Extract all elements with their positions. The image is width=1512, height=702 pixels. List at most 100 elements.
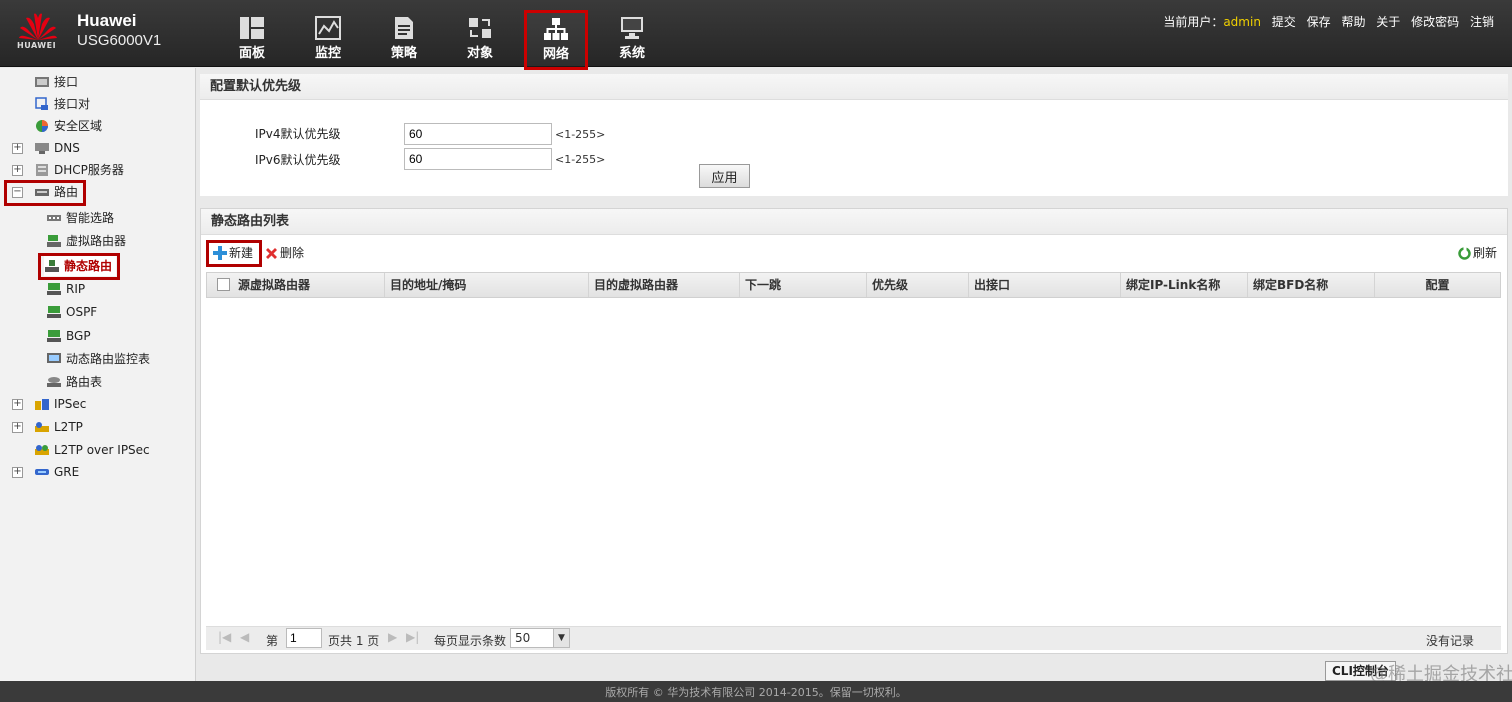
per-page-select[interactable]: 50 ▼: [510, 628, 570, 648]
logo-wordmark: HUAWEI: [17, 41, 57, 50]
interface-pair-icon: [35, 97, 48, 110]
sidebar-item-interface[interactable]: 接口: [34, 72, 78, 92]
column-header[interactable]: 下一跳: [739, 273, 866, 297]
sidebar-item-route-table[interactable]: 路由表: [46, 372, 102, 392]
nav-tab-label: 网络: [542, 47, 569, 62]
sidebar-item-label: 虚拟路由器: [66, 234, 127, 248]
sidebar-item-dns[interactable]: DNS: [34, 138, 80, 158]
expand-dns-button[interactable]: +: [12, 143, 23, 154]
expand-dhcp-button[interactable]: +: [12, 165, 23, 176]
security-zone-icon: [36, 120, 48, 132]
top-header: HUAWEI Huawei USG6000V1 面板 监控 策略 对象 网络 系…: [0, 0, 1512, 70]
column-header[interactable]: 配置: [1374, 273, 1500, 297]
sidebar-item-static-route[interactable]: 静态路由: [44, 256, 116, 276]
plus-icon: [213, 246, 227, 260]
column-header[interactable]: 出接口: [968, 273, 1120, 297]
submit-link[interactable]: 提交: [1272, 15, 1296, 29]
column-header[interactable]: 源虚拟路由器: [233, 273, 389, 297]
change-password-link[interactable]: 修改密码: [1411, 15, 1459, 29]
sidebar-item-label: RIP: [66, 282, 86, 296]
expand-ipsec-button[interactable]: +: [12, 399, 23, 410]
column-header[interactable]: 绑定BFD名称: [1247, 273, 1374, 297]
new-route-button[interactable]: 新建: [213, 243, 253, 263]
delete-route-label: 删除: [280, 246, 305, 260]
expand-gre-button[interactable]: +: [12, 467, 23, 478]
sidebar-item-ipsec[interactable]: IPSec: [34, 394, 86, 414]
sidebar-item-rip[interactable]: RIP: [46, 279, 85, 299]
monitor-chart-icon: [315, 16, 341, 40]
static-route-icon: [45, 260, 59, 272]
sidebar-item-route-monitor[interactable]: 动态路由监控表: [46, 349, 150, 369]
panel-title: 静态路由列表: [201, 209, 1507, 235]
nav-tab-object[interactable]: 对象: [448, 10, 512, 66]
sidebar-item-l2tp-over-ipsec[interactable]: L2TP over IPSec: [34, 440, 150, 460]
refresh-button[interactable]: 刷新: [1458, 243, 1497, 263]
router-icon: [35, 189, 49, 196]
nav-tab-label: 监控: [314, 46, 341, 61]
sidebar-item-label: 静态路由: [64, 259, 113, 273]
expand-l2tp-button[interactable]: +: [12, 422, 23, 433]
ospf-icon: [47, 306, 61, 318]
sidebar-item-label: 接口: [54, 75, 79, 89]
nav-tab-label: 策略: [390, 46, 417, 61]
dns-icon: [35, 143, 49, 154]
virtual-router-icon: [47, 235, 61, 247]
sidebar-item-label: DHCP服务器: [54, 163, 124, 177]
l2tp-icon: [35, 422, 49, 432]
panel-title: 配置默认优先级: [200, 74, 1508, 100]
sidebar-item-dhcp-server[interactable]: DHCP服务器: [34, 160, 124, 180]
first-page-icon[interactable]: |◀: [218, 630, 231, 644]
page-number-input[interactable]: [286, 628, 322, 648]
gre-icon: [35, 469, 49, 475]
pagination-bar: |◀ ◀ 第 页共 1 页 ▶ ▶| 每页显示条数 50 ▼ 没有记录: [206, 626, 1501, 650]
ipv4-priority-input[interactable]: [404, 123, 552, 145]
delete-route-button[interactable]: 删除: [265, 243, 304, 263]
ipv6-range-hint: <1-255>: [555, 153, 606, 166]
nav-tab-monitor[interactable]: 监控: [296, 10, 360, 66]
select-all-checkbox[interactable]: [217, 278, 230, 291]
apply-button[interactable]: 应用: [699, 164, 750, 188]
last-page-icon[interactable]: ▶|: [406, 630, 419, 644]
nav-tab-system[interactable]: 系统: [600, 10, 664, 66]
sidebar-item-label: DNS: [54, 141, 80, 155]
sidebar-item-interface-pair[interactable]: 接口对: [34, 94, 90, 114]
about-link[interactable]: 关于: [1376, 15, 1400, 29]
refresh-icon: [1458, 247, 1471, 260]
sidebar-item-gre[interactable]: GRE: [34, 462, 79, 482]
route-monitor-icon: [47, 353, 61, 363]
nav-tab-dashboard[interactable]: 面板: [220, 10, 284, 66]
column-header[interactable]: 绑定IP-Link名称: [1120, 273, 1247, 297]
interface-icon: [35, 77, 49, 87]
sidebar-item-route[interactable]: 路由: [34, 182, 78, 202]
column-header[interactable]: 目的地址/掩码: [384, 273, 588, 297]
help-link[interactable]: 帮助: [1341, 15, 1365, 29]
main-content: 配置默认优先级 IPv4默认优先级 <1-255> IPv6默认优先级 <1-2…: [200, 74, 1508, 654]
sidebar-item-smart-route[interactable]: 智能选路: [46, 208, 114, 228]
network-tree-icon: [544, 18, 568, 40]
column-header[interactable]: 优先级: [866, 273, 968, 297]
sidebar-item-virtual-router[interactable]: 虚拟路由器: [46, 231, 126, 251]
object-icon: [469, 18, 491, 38]
sidebar-item-label: IPSec: [54, 397, 87, 411]
logout-link[interactable]: 注销: [1470, 15, 1494, 29]
prev-page-icon[interactable]: ◀: [240, 630, 249, 644]
footer-bar: 版权所有 © 华为技术有限公司 2014-2015。保留一切权利。: [0, 681, 1512, 702]
nav-tab-label: 面板: [238, 46, 265, 61]
sidebar-item-ospf[interactable]: OSPF: [46, 302, 97, 322]
ipv6-priority-input[interactable]: [404, 148, 552, 170]
next-page-icon[interactable]: ▶: [388, 630, 397, 644]
sidebar-item-label: 安全区域: [54, 119, 103, 133]
collapse-route-button[interactable]: −: [12, 187, 23, 198]
nav-tab-label: 对象: [466, 46, 493, 61]
nav-tab-network[interactable]: 网络: [524, 10, 588, 70]
sidebar-item-label: 接口对: [54, 97, 91, 111]
sidebar-item-bgp[interactable]: BGP: [46, 326, 91, 346]
save-link[interactable]: 保存: [1307, 15, 1331, 29]
system-computer-icon: [621, 17, 643, 39]
brand-title: Huawei USG6000V1: [77, 12, 161, 52]
sidebar-item-security-zone[interactable]: 安全区域: [34, 116, 102, 136]
nav-tab-policy[interactable]: 策略: [372, 10, 436, 66]
column-header[interactable]: 目的虚拟路由器: [588, 273, 739, 297]
sidebar-item-l2tp[interactable]: L2TP: [34, 417, 83, 437]
bgp-icon: [47, 330, 61, 342]
